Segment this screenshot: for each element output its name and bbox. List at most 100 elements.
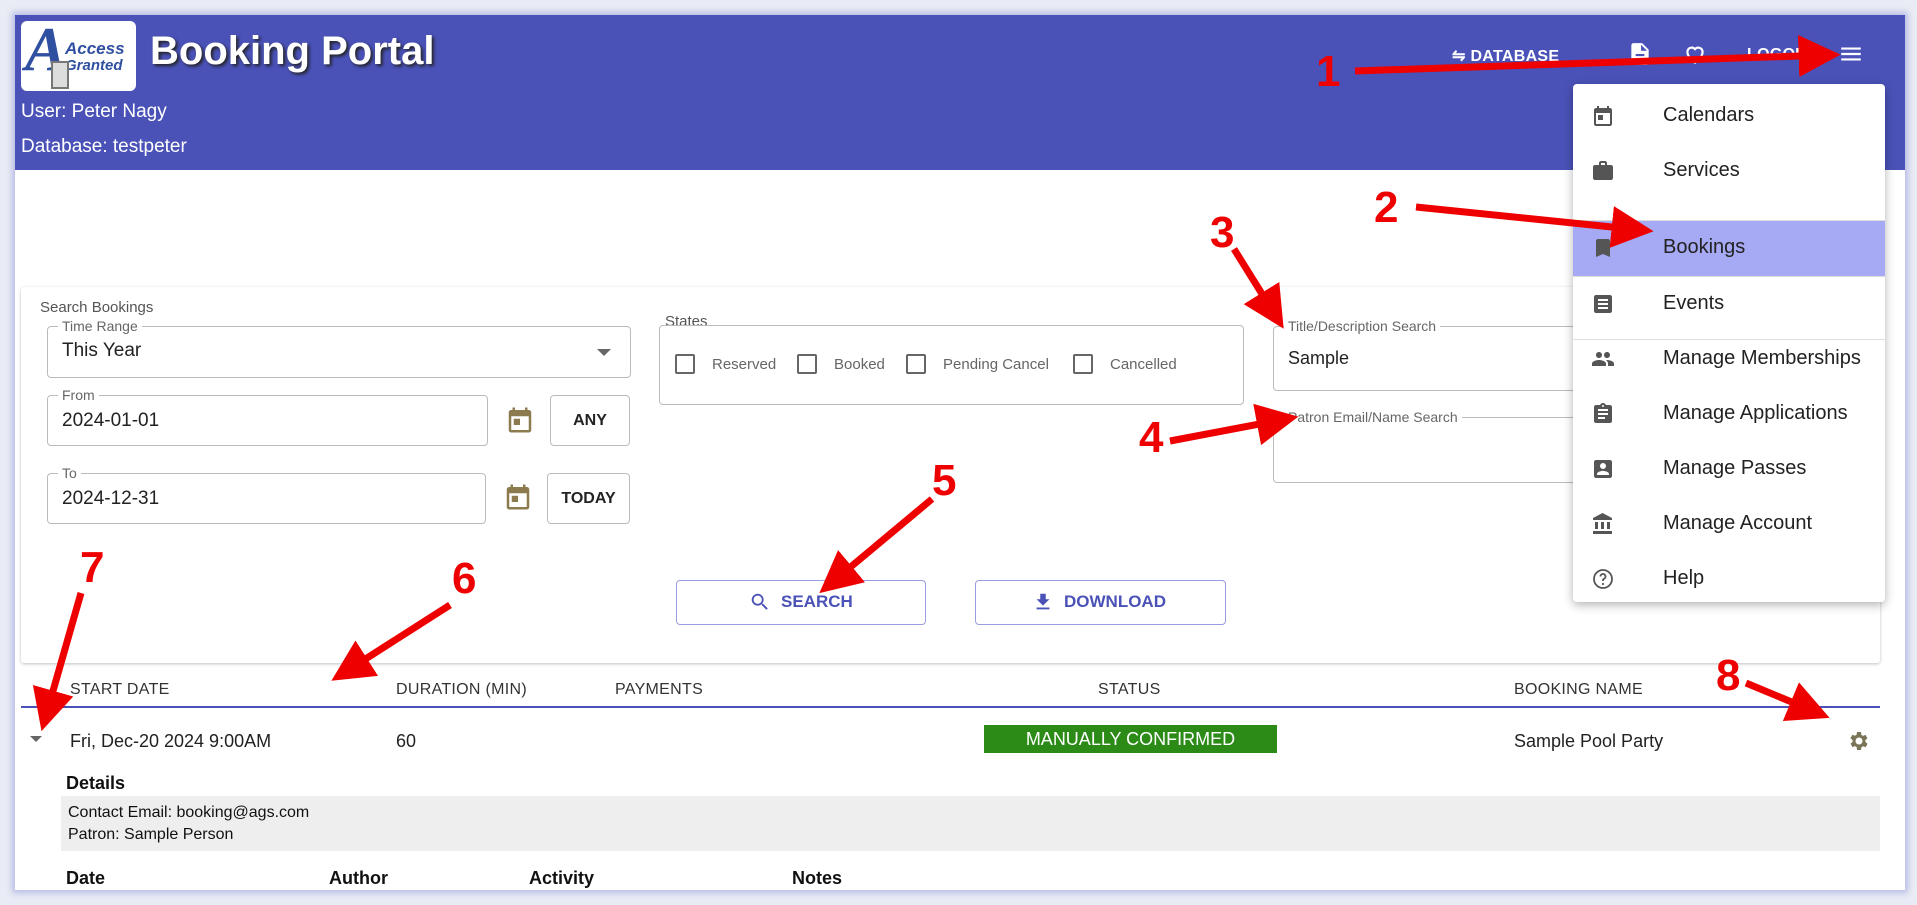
subheader-notes: Notes (792, 868, 843, 888)
clipboard-icon (1594, 403, 1612, 423)
annotation-label-6: 6 (452, 554, 477, 603)
help-icon (1593, 569, 1613, 589)
search-card-title: Search Bookings (40, 299, 154, 316)
annotation-label-3: 3 (1210, 208, 1235, 257)
app-title: Booking Portal (150, 29, 435, 73)
column-header-booking-name[interactable]: BOOKING NAME (1514, 681, 1643, 699)
badge-icon (1594, 460, 1612, 478)
calendar-icon (1594, 106, 1612, 126)
bank-icon (1593, 513, 1612, 534)
briefcase-icon (1593, 161, 1613, 180)
row-duration: 60 (396, 731, 417, 751)
logo-word-1: Access (65, 39, 125, 58)
title-search-value: Sample (1288, 348, 1350, 368)
menu-item-manage-passes[interactable]: Manage Passes (1573, 442, 1885, 497)
menu-item-bookings[interactable]: Bookings (1573, 221, 1885, 276)
annotation-label-4: 4 (1139, 413, 1164, 462)
details-box: Contact Email: booking@ags.com Patron: S… (61, 796, 1880, 851)
status-badge: MANUALLY CONFIRMED (984, 725, 1277, 753)
row-start-date: Fri, Dec-20 2024 9:00AM (70, 731, 272, 751)
time-range-value: This Year (62, 340, 142, 361)
annotation-label-7: 7 (80, 543, 105, 592)
pending-cancel-label: Pending Cancel (943, 356, 1049, 373)
title-search-label: Title/Description Search (1284, 317, 1441, 335)
menu-item-services[interactable]: Services (1573, 144, 1885, 199)
states-group: Reserved Booked Pending Cancel Cancelled (659, 325, 1244, 405)
menu-label: Help (1663, 567, 1705, 589)
expand-row-icon[interactable] (30, 736, 42, 742)
from-label: From (58, 386, 99, 404)
gear-icon[interactable] (1846, 729, 1870, 753)
menu-label: Manage Passes (1663, 457, 1807, 479)
booked-label: Booked (834, 356, 885, 373)
menu-item-manage-memberships[interactable]: Manage Memberships (1573, 332, 1885, 387)
database-name: Database: testpeter (21, 136, 187, 157)
pending-cancel-checkbox[interactable] (906, 354, 926, 374)
search-icon (751, 593, 768, 610)
menu-label: Calendars (1663, 104, 1755, 126)
app-logo[interactable]: A Access Granted (21, 21, 136, 91)
navigation-menu: Calendars Services Bookings Events Manag… (1573, 84, 1885, 602)
subheader-activity: Activity (529, 868, 595, 888)
menu-label: Services (1663, 159, 1740, 181)
subheader-date: Date (66, 868, 106, 888)
user-name: User: Peter Nagy (21, 101, 167, 122)
heart-icon[interactable] (1682, 41, 1708, 67)
calendar-icon[interactable] (505, 405, 535, 435)
to-label: To (58, 464, 81, 482)
database-button[interactable]: ⇋ DATABASE (1452, 46, 1559, 66)
document-icon[interactable] (1627, 41, 1653, 67)
contact-email: Contact Email: booking@ags.com (68, 804, 310, 821)
reserved-label: Reserved (712, 356, 777, 373)
annotation-label-8: 8 (1716, 651, 1741, 700)
menu-item-calendars[interactable]: Calendars (1573, 89, 1885, 144)
patron-search-label: Patron Email/Name Search (1284, 408, 1462, 426)
today-button[interactable]: TODAY (547, 473, 630, 524)
annotation-label-1: 1 (1316, 47, 1341, 96)
time-range-select[interactable]: Time Range This Year (47, 317, 631, 378)
menu-item-help[interactable]: Help (1573, 552, 1885, 607)
cancelled-checkbox[interactable] (1073, 354, 1093, 374)
menu-label: Bookings (1663, 236, 1746, 258)
download-icon (1036, 593, 1050, 610)
row-booking-name: Sample Pool Party (1514, 731, 1664, 751)
calendar-icon[interactable] (503, 482, 533, 512)
reserved-checkbox[interactable] (675, 354, 695, 374)
hamburger-menu-icon[interactable] (1838, 41, 1864, 67)
menu-item-events[interactable]: Events (1573, 277, 1885, 332)
chevron-down-icon (597, 349, 611, 356)
patron-search-field[interactable]: Patron Email/Name Search (1273, 408, 1595, 483)
from-value: 2024-01-01 (62, 410, 160, 431)
to-value: 2024-12-31 (62, 488, 160, 509)
column-header-start-date[interactable]: START DATE (70, 681, 170, 699)
booked-checkbox[interactable] (797, 354, 817, 374)
logo-word-2: Granted (65, 57, 123, 74)
column-header-payments[interactable]: PAYMENTS (615, 681, 703, 699)
cancelled-label: Cancelled (1110, 356, 1177, 373)
title-description-search-field[interactable]: Title/Description Search Sample (1273, 317, 1595, 391)
bookmark-icon (1596, 239, 1610, 257)
subheader-author: Author (329, 868, 388, 888)
menu-item-manage-account[interactable]: Manage Account (1573, 497, 1885, 552)
from-date-field[interactable]: From 2024-01-01 (47, 386, 488, 446)
menu-label: Events (1663, 292, 1725, 314)
list-icon (1594, 295, 1612, 313)
table-header-divider (21, 706, 1880, 708)
download-button[interactable]: DOWNLOAD (975, 580, 1226, 625)
column-header-status[interactable]: STATUS (1098, 681, 1161, 699)
people-icon (1592, 352, 1614, 366)
to-date-field[interactable]: To 2024-12-31 (47, 464, 486, 524)
menu-label: Manage Account (1663, 512, 1812, 534)
logout-button[interactable]: LOGOUT (1747, 46, 1817, 64)
search-button-label: SEARCH (781, 592, 853, 611)
menu-item-manage-applications[interactable]: Manage Applications (1573, 387, 1885, 442)
time-range-label: Time Range (58, 317, 142, 335)
column-header-duration[interactable]: DURATION (MIN) (396, 681, 527, 699)
details-title: Details (66, 773, 126, 793)
app-window: A Access Granted Booking Portal User: Pe… (15, 15, 1905, 890)
annotation-label-5: 5 (932, 456, 957, 505)
menu-label: Manage Memberships (1663, 347, 1861, 369)
search-button[interactable]: SEARCH (676, 580, 926, 625)
any-date-button[interactable]: ANY (550, 395, 630, 446)
download-button-label: DOWNLOAD (1064, 592, 1166, 611)
